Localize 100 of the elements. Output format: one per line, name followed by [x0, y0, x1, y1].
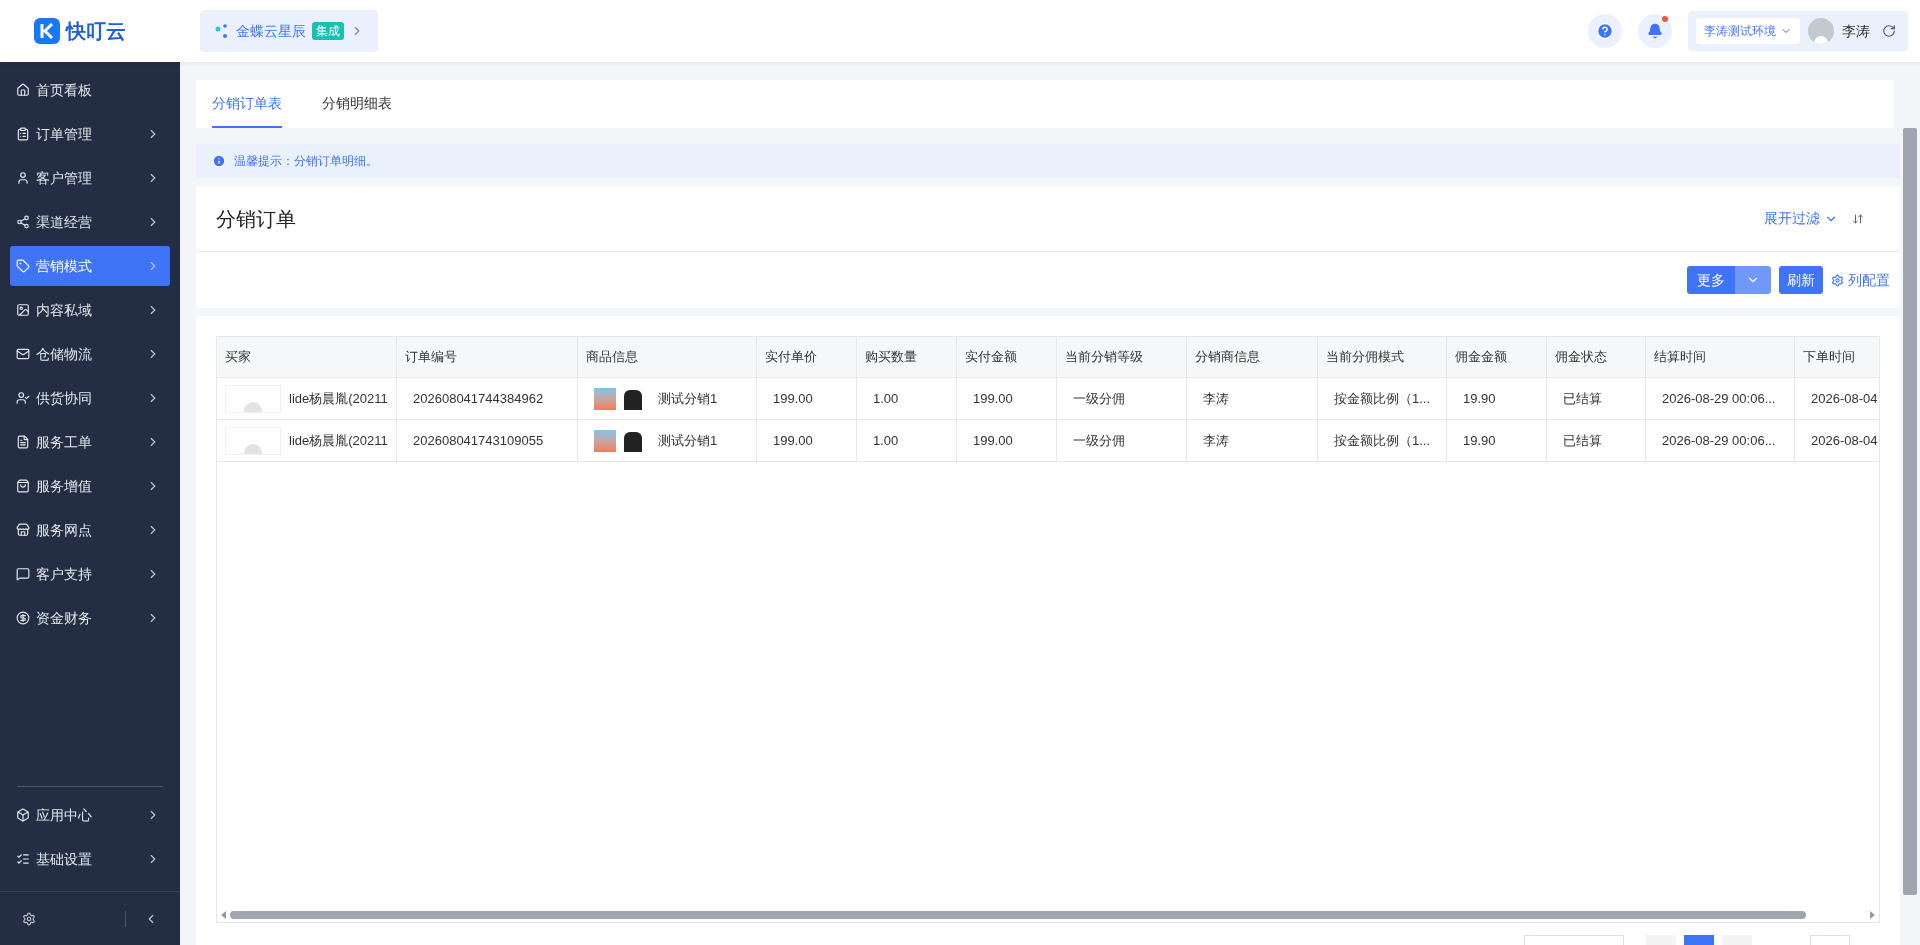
help-icon	[1596, 22, 1614, 40]
menu-item-icon	[16, 215, 30, 229]
column-header: 佣金状态	[1547, 337, 1646, 377]
notification-button[interactable]	[1638, 14, 1672, 48]
menu-item-icon	[16, 479, 30, 493]
table-cell-text: lide杨晨胤(20211	[289, 389, 388, 408]
sidebar-item[interactable]: 服务增值	[10, 466, 170, 506]
column-header: 当前分销等级	[1057, 337, 1187, 377]
sidebar-item[interactable]: 首页看板	[10, 70, 170, 110]
table-cell-text: 199.00	[973, 389, 1013, 408]
table-cell-text: 李涛	[1203, 389, 1229, 408]
avatar	[1808, 18, 1834, 44]
table-cell-text: 已结算	[1563, 431, 1602, 450]
sidebar-item[interactable]: 服务工单	[10, 422, 170, 462]
table-cell-text: 19.90	[1463, 389, 1496, 408]
product-thumbnail	[594, 429, 616, 452]
table-cell-text: 202608041743109055	[413, 431, 544, 450]
settings-icon	[1831, 273, 1844, 287]
sidebar-item[interactable]: 资金财务	[10, 598, 170, 638]
sidebar-item[interactable]: 营销模式	[10, 246, 170, 286]
table-cell-text: 2026-08-29 00:06...	[1662, 431, 1776, 450]
dropdown-button[interactable]	[1735, 266, 1771, 294]
refresh-button[interactable]: 刷新	[1779, 266, 1823, 294]
page-size-select[interactable]	[1524, 935, 1624, 945]
table-cell-text: 199.00	[773, 431, 813, 450]
sidebar-item[interactable]: 内容私域	[10, 290, 170, 330]
table-cell-text: 2026-08-29 00:06...	[1662, 389, 1776, 408]
workspace-name: 金蝶云星辰	[236, 21, 306, 41]
environment-select[interactable]: 李涛测试环境	[1696, 18, 1800, 44]
sidebar-item[interactable]: 基础设置	[10, 839, 170, 879]
filter-toggle[interactable]: 展开过滤	[1764, 208, 1838, 229]
table-cell-text: 1.00	[873, 431, 899, 450]
integration-badge: 集成	[312, 22, 344, 40]
table-cell-text: 李涛	[1203, 431, 1229, 450]
column-header: 实付单价	[757, 337, 857, 377]
card-title: 分销订单	[216, 206, 297, 232]
menu-item-icon	[16, 259, 30, 273]
column-header: 购买数量	[857, 337, 957, 377]
table-cell-text: 199.00	[973, 431, 1013, 450]
column-header: 当前分佣模式	[1318, 337, 1447, 377]
menu-item-icon	[16, 127, 30, 141]
menu-item-icon	[16, 852, 30, 866]
menu-item-icon	[16, 611, 30, 625]
column-header: 订单编号	[397, 337, 578, 377]
table-cell-text: 一级分佣	[1073, 389, 1125, 408]
settings-icon[interactable]	[22, 911, 36, 926]
table-cell-text: 按金额比例（1...	[1334, 389, 1431, 408]
table-cell-text: 测试分销1	[658, 389, 718, 408]
sidebar-item[interactable]: 供货协同	[10, 378, 170, 418]
menu-item-icon	[16, 347, 30, 361]
tab[interactable]: 分销明细表	[322, 80, 392, 128]
sidebar-item[interactable]: 仓储物流	[10, 334, 170, 374]
notice-text: 温馨提示：分销订单明细。	[234, 153, 378, 170]
sort-icon[interactable]	[1852, 212, 1864, 225]
menu-item-icon	[16, 435, 30, 449]
table-cell-text: 1.00	[873, 389, 899, 408]
table-cell-text: 199.00	[773, 389, 813, 408]
menu-item-icon	[16, 523, 30, 537]
user-name: 李涛	[1842, 21, 1870, 41]
table-cell-text: 测试分销1	[658, 431, 718, 450]
info-icon	[212, 154, 226, 168]
column-settings-button[interactable]: 列配置	[1831, 266, 1890, 294]
tab[interactable]: 分销订单表	[212, 80, 282, 128]
table-cell-text: 2026-08-04	[1811, 431, 1878, 450]
table-cell-text: lide杨晨胤(20211	[289, 431, 388, 450]
help-button[interactable]	[1588, 14, 1622, 48]
sidebar-item[interactable]: 服务网点	[10, 510, 170, 550]
bell-icon	[1647, 23, 1663, 39]
column-header: 买家	[217, 337, 397, 377]
column-header: 实付金额	[957, 337, 1057, 377]
column-header: 商品信息	[578, 337, 757, 377]
menu-item-icon	[16, 171, 30, 185]
column-header: 分销商信息	[1187, 337, 1318, 377]
sidebar-item[interactable]: 客户管理	[10, 158, 170, 198]
more-button[interactable]: 更多	[1687, 266, 1735, 294]
product-thumbnail	[594, 387, 616, 410]
table-cell-text: 按金额比例（1...	[1334, 431, 1431, 450]
table-cell-text: 一级分佣	[1073, 431, 1125, 450]
menu-item-icon	[16, 391, 30, 405]
table-cell-text: 202608041744384962	[413, 389, 544, 408]
column-header: 佣金金额	[1447, 337, 1547, 377]
logo-icon	[34, 18, 60, 44]
table-cell-text: 2026-08-04	[1811, 389, 1878, 408]
table-cell-text: 已结算	[1563, 389, 1602, 408]
menu-item-icon	[16, 83, 30, 97]
avatar-placeholder	[225, 426, 281, 455]
menu-item-icon	[16, 303, 30, 317]
sidebar-item[interactable]: 客户支持	[10, 554, 170, 594]
page-jump-field[interactable]	[1810, 935, 1850, 945]
sidebar-item[interactable]: 订单管理	[10, 114, 170, 154]
table-cell-text: 19.90	[1463, 431, 1496, 450]
avatar-placeholder	[225, 384, 281, 413]
column-header: 结算时间	[1646, 337, 1795, 377]
sidebar-item[interactable]: 渠道经营	[10, 202, 170, 242]
workspace-switcher[interactable]: 金蝶云星辰 集成	[200, 10, 378, 52]
sidebar-item[interactable]: 应用中心	[10, 795, 170, 835]
menu-item-icon	[16, 808, 30, 822]
menu-item-icon	[16, 567, 30, 581]
dots-icon	[214, 23, 230, 39]
refresh-icon[interactable]	[1882, 24, 1896, 38]
